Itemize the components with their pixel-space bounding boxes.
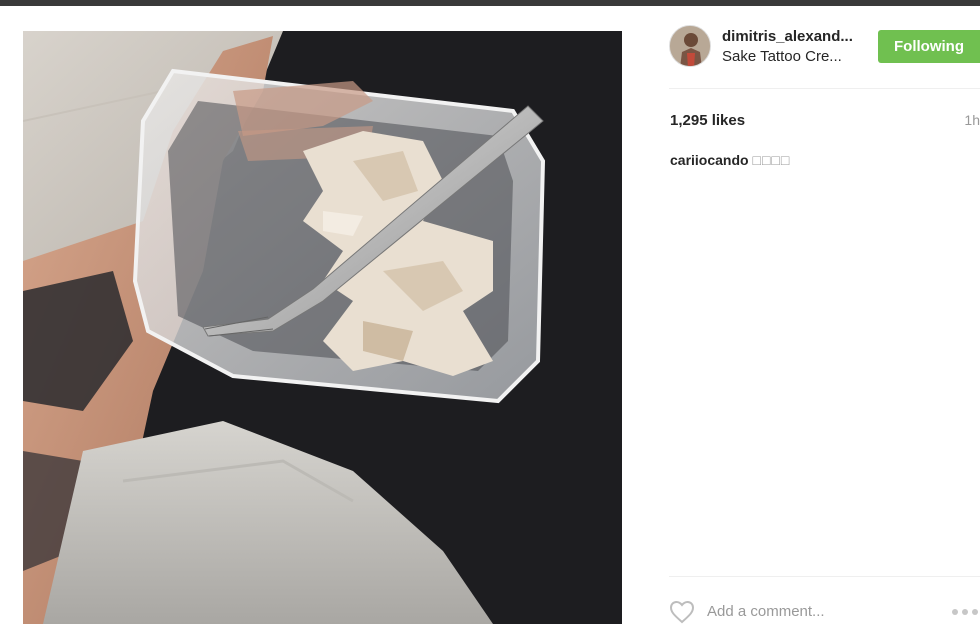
heart-icon[interactable] [669, 600, 695, 624]
caption-username[interactable]: cariiocando [670, 152, 749, 168]
username-link[interactable]: dimitris_alexand... [722, 28, 853, 45]
avatar[interactable] [669, 25, 711, 67]
caption: cariiocando □□□□ [670, 152, 790, 168]
caption-text: □□□□ [752, 152, 791, 168]
footer-divider [669, 576, 980, 577]
post-sidebar: dimitris_alexand... Sake Tattoo Cre... F… [653, 6, 980, 642]
photo-illustration [23, 31, 622, 624]
following-button[interactable]: Following [878, 30, 980, 63]
header-divider [669, 88, 980, 89]
post-page: dimitris_alexand... Sake Tattoo Cre... F… [0, 0, 980, 642]
post-photo[interactable] [23, 31, 622, 624]
location-link[interactable]: Sake Tattoo Cre... [722, 48, 842, 65]
post-header: dimitris_alexand... Sake Tattoo Cre... F… [653, 6, 980, 88]
post-timestamp[interactable]: 1h [964, 112, 980, 128]
likes-count[interactable]: 1,295 likes [670, 112, 745, 129]
avatar-image [670, 26, 710, 66]
more-options-icon[interactable] [951, 606, 980, 618]
add-comment-input[interactable]: Add a comment... [707, 603, 825, 620]
